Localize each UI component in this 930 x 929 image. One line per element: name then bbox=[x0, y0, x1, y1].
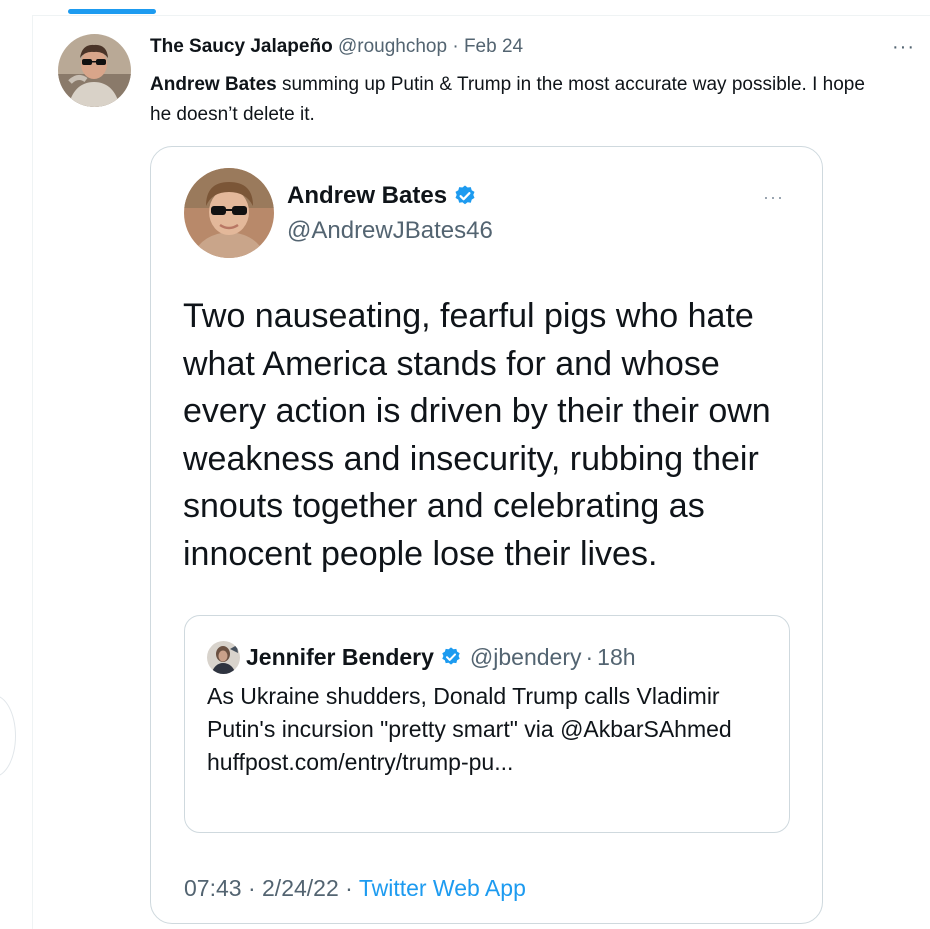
embedded-tweet-time[interactable]: 07:43 bbox=[184, 875, 242, 901]
embedded-author-name-text: Andrew Bates bbox=[287, 182, 448, 209]
embedded-tweet-card[interactable]: Andrew Bates @AndrewJBates46 ··· Two nau… bbox=[150, 146, 823, 924]
embedded-more-options-icon[interactable]: ··· bbox=[763, 187, 784, 208]
quoted-verified-badge-icon bbox=[440, 646, 462, 668]
quoted-tweet-age[interactable]: 18h bbox=[597, 644, 635, 671]
quoted-header-separator: · bbox=[585, 643, 594, 670]
embedded-author-name[interactable]: Andrew Bates bbox=[287, 182, 477, 210]
embedded-tweet-date[interactable]: 2/24/22 bbox=[262, 875, 339, 901]
quoted-tweet-text: As Ukraine shudders, Donald Trump calls … bbox=[207, 683, 732, 775]
author-name[interactable]: The Saucy Jalapeño bbox=[150, 36, 333, 57]
embedded-author-handle[interactable]: @AndrewJBates46 bbox=[287, 217, 493, 245]
embedded-tweet-footer: 07:43 · 2/24/22 · Twitter Web App bbox=[184, 875, 526, 902]
active-tab-indicator bbox=[68, 9, 156, 14]
quoted-author-name[interactable]: Jennifer Bendery bbox=[246, 644, 434, 671]
top-divider bbox=[32, 15, 930, 16]
tweet-text-mention: Andrew Bates bbox=[150, 74, 277, 95]
author-handle[interactable]: @roughchop bbox=[338, 36, 447, 57]
more-options-icon[interactable]: ··· bbox=[892, 36, 915, 59]
partial-circle-decoration bbox=[0, 695, 16, 777]
tweet-date[interactable]: Feb 24 bbox=[464, 36, 523, 57]
verified-badge-icon bbox=[453, 184, 477, 208]
quoted-tweet-header: Jennifer Bendery @jbendery · 18h bbox=[246, 641, 636, 673]
author-avatar[interactable] bbox=[58, 34, 131, 107]
embedded-tweet-text: Two nauseating, fearful pigs who hate wh… bbox=[183, 297, 771, 573]
footer-separator-1: · bbox=[247, 875, 256, 901]
quoted-tweet-card[interactable]: Jennifer Bendery @jbendery · 18h As Ukra… bbox=[184, 615, 790, 833]
header-separator: · bbox=[452, 36, 459, 57]
quoted-author-handle[interactable]: @jbendery bbox=[470, 644, 582, 671]
tweet-text: Andrew Bates summing up Putin & Trump in… bbox=[150, 70, 870, 130]
embedded-author-avatar[interactable] bbox=[184, 168, 274, 258]
column-border bbox=[32, 15, 33, 929]
tweet-source-link[interactable]: Twitter Web App bbox=[359, 875, 526, 901]
quoted-author-avatar[interactable] bbox=[207, 641, 240, 674]
tweet-header: The Saucy Jalapeño @roughchop · Feb 24 bbox=[150, 36, 523, 58]
footer-separator-2: · bbox=[345, 875, 353, 901]
